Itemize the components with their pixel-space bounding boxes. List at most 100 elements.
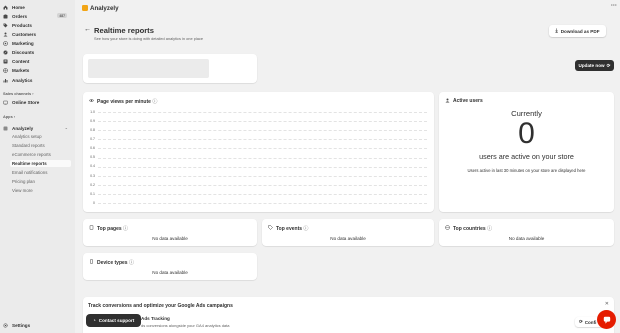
person-icon [445, 98, 450, 103]
discount-icon [3, 50, 8, 55]
sidebar-item-label: Orders [12, 13, 28, 19]
page-title: Realtime reports [94, 25, 154, 35]
no-data-text: No data available [330, 236, 366, 241]
content-icon [3, 59, 8, 64]
sidebar-subitem-realtime-reports[interactable]: Realtime reports [10, 160, 71, 167]
loading-skeleton [88, 59, 209, 78]
sidebar-item-label: Analytics [12, 77, 33, 83]
subitem-label: Analytics setup [12, 134, 42, 139]
subitem-label: Realtime reports [12, 161, 47, 166]
app-icon [3, 126, 8, 131]
sidebar-subitem-email-notifications[interactable]: Email notifications [10, 169, 71, 176]
device-types-title: Device types ⓘ [97, 259, 134, 266]
close-icon[interactable]: ✕ [605, 301, 609, 307]
top-events-card: Top events ⓘ No data available [262, 219, 434, 246]
apps-heading[interactable]: Apps › [3, 114, 15, 119]
sidebar-item-label: Products [12, 22, 32, 28]
subitem-label: View more [12, 188, 33, 193]
top-events-title: Top events ⓘ [276, 225, 308, 232]
page-subtitle: See how your store is doing with detaile… [94, 35, 204, 41]
sidebar-item-label: Marketing [12, 40, 34, 46]
sidebar-item-label: Markets [12, 67, 30, 73]
gridline [98, 175, 427, 177]
contact-support-button[interactable]: ◔ Contact support [86, 314, 141, 327]
sidebar-item-home[interactable]: Home [3, 3, 71, 11]
info-icon[interactable]: ⓘ [487, 226, 492, 232]
sidebar-item-label: Content [12, 58, 30, 64]
sidebar-item-markets[interactable]: Markets [3, 66, 71, 74]
update-now-button[interactable]: Update now ⟳ [575, 60, 614, 71]
chat-widget-button[interactable] [597, 310, 616, 329]
sidebar-item-discounts[interactable]: Discounts [3, 48, 71, 56]
sidebar-item-label: Settings [12, 322, 31, 328]
gridline [98, 148, 427, 150]
loading-card [83, 54, 257, 83]
mobile-device-icon [89, 259, 94, 264]
users-active-text: users are active on your store [479, 152, 574, 161]
sidebar-item-label: Home [12, 4, 25, 10]
subitem-label: eCommerce reports [12, 152, 51, 157]
ads-tracking-desc: ds conversions alongside your GA4 analyt… [141, 323, 230, 328]
sidebar-item-customers[interactable]: Customers [3, 30, 71, 38]
gridline [98, 157, 427, 159]
y-tick-label: 0.8 [90, 128, 95, 132]
sidebar-subitem-view-more[interactable]: View more [10, 187, 71, 194]
refresh-icon: ⟳ [606, 62, 611, 68]
gridline [98, 121, 427, 123]
target-icon [3, 40, 8, 46]
sidebar-subitem-ecommerce-reports[interactable]: eCommerce reports [10, 151, 71, 158]
gridline [98, 130, 427, 132]
sidebar-item-settings[interactable]: Settings [3, 321, 71, 329]
gridline [98, 139, 427, 141]
info-icon[interactable]: ⓘ [303, 226, 308, 232]
sidebar: Home Orders 487 Products Customers Marke… [0, 0, 75, 333]
sidebar-item-analyzely[interactable]: Analyzely ⌄ [3, 124, 71, 132]
sidebar-item-analytics[interactable]: Analytics [3, 76, 71, 84]
y-tick-label: 0.6 [90, 146, 95, 151]
gridline [98, 166, 427, 168]
info-icon[interactable]: ⓘ [123, 226, 128, 232]
sales-channels-heading[interactable]: Sales channels › [3, 91, 34, 96]
more-options-icon[interactable]: ··· [611, 3, 617, 9]
orders-count-badge: 487 [57, 13, 67, 18]
download-pdf-button[interactable]: ⤓ Download as PDF [549, 25, 606, 37]
google-ads-banner: Track conversions and optimize your Goog… [83, 297, 614, 333]
sidebar-item-label: Customers [12, 31, 36, 37]
top-events-title-text: Top events [276, 226, 303, 232]
y-tick-label: 0.9 [90, 118, 95, 123]
orders-icon [3, 14, 8, 19]
sidebar-item-label: Analyzely [12, 125, 34, 131]
active-users-title: Active users [453, 98, 483, 104]
update-now-label: Update now [578, 63, 605, 68]
y-tick-label: 0.7 [90, 137, 95, 142]
sidebar-item-marketing[interactable]: Marketing [3, 39, 71, 47]
top-pages-card: Top pages ⓘ No data available [83, 219, 257, 246]
eye-icon [88, 98, 95, 103]
y-tick-label: 0.3 [90, 173, 95, 178]
gridline [98, 112, 427, 113]
no-data-text: No data available [152, 236, 188, 241]
no-data-text: No data available [508, 236, 545, 241]
document-icon [89, 225, 94, 230]
sidebar-subitem-pricing-plan[interactable]: Pricing plan [10, 178, 71, 185]
info-icon[interactable]: ⓘ [152, 99, 157, 105]
gridline [98, 193, 427, 195]
y-tick-label: 1.0 [90, 109, 95, 114]
contact-support-label: Contact support [98, 318, 135, 323]
person-icon [3, 32, 8, 37]
sidebar-item-products[interactable]: Products [3, 21, 71, 29]
subitem-label: Email notifications [12, 170, 48, 175]
sidebar-item-online-store[interactable]: Online Store [3, 98, 71, 106]
sidebar-subitem-standard-reports[interactable]: Standard reports [10, 142, 71, 149]
globe-icon [3, 67, 8, 73]
info-icon[interactable]: ⓘ [129, 260, 134, 266]
y-tick-label: 0.4 [90, 164, 95, 169]
back-arrow-icon[interactable]: ← [84, 26, 91, 33]
y-tick-label: 0.1 [90, 191, 95, 196]
ads-tracking-title: Ads Tracking [141, 316, 170, 321]
sidebar-subitem-analytics-setup[interactable]: Analytics setup [10, 133, 71, 140]
sidebar-item-content[interactable]: Content [3, 57, 71, 65]
chat-bubble-icon: ◔ [92, 317, 96, 324]
y-tick-label: 0 [93, 200, 95, 205]
sidebar-item-orders[interactable]: Orders 487 [3, 12, 71, 20]
